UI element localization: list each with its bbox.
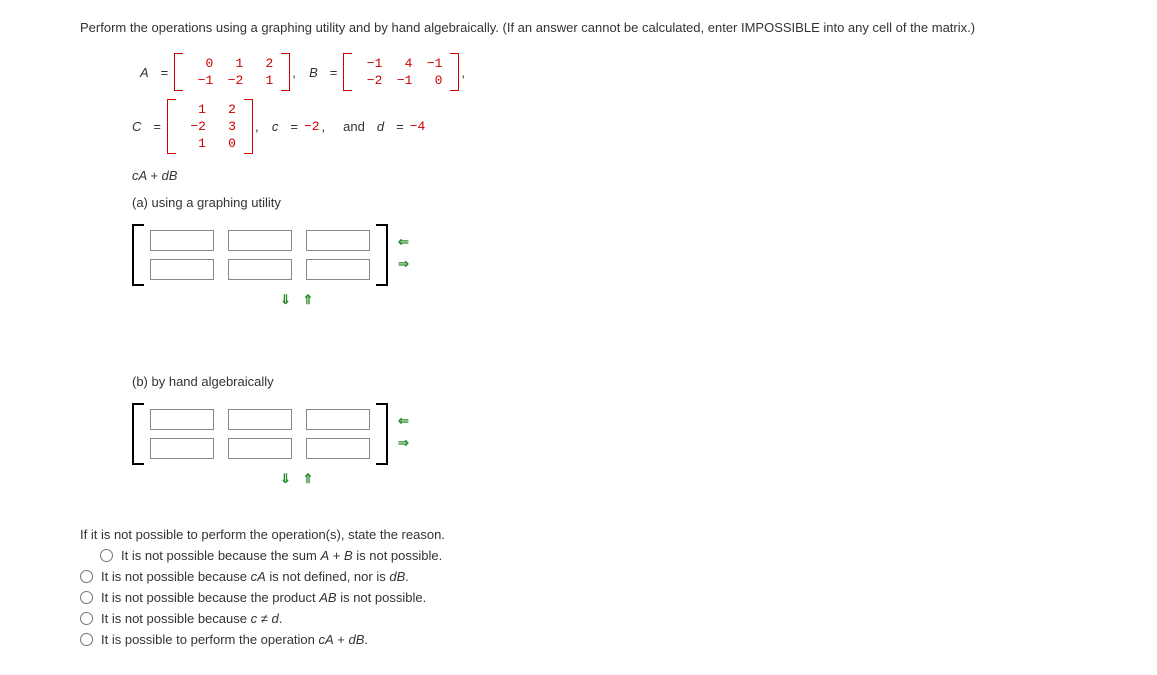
option-1-label: It is not possible because cA is not def… [101, 569, 409, 584]
reason-prompt: If it is not possible to perform the ope… [80, 527, 1077, 542]
matrix-A: 0 1 2 −1 −2 1 [174, 53, 290, 91]
eq1: = [161, 65, 169, 80]
answer-grid-b [132, 403, 388, 465]
A-0-1: 1 [217, 55, 247, 72]
B-0-2: −1 [416, 55, 446, 72]
B-0-1: 4 [386, 55, 416, 72]
radio-2[interactable] [80, 591, 93, 604]
C-1-0: −2 [180, 118, 210, 135]
b-cell-1-0[interactable] [150, 438, 214, 459]
radio-4[interactable] [80, 633, 93, 646]
C-0-0: 1 [180, 101, 210, 118]
B-1-1: −1 [386, 72, 416, 89]
A-0-0: 0 [187, 55, 217, 72]
b-cell-0-1[interactable] [228, 409, 292, 430]
b-cell-1-2[interactable] [306, 438, 370, 459]
option-4[interactable]: It is possible to perform the operation … [80, 632, 1077, 647]
comma3: , [255, 119, 259, 134]
shrink-cols-icon-b: ⇐ [398, 413, 409, 429]
option-3-label: It is not possible because c ≠ d. [101, 611, 282, 626]
radio-1[interactable] [80, 570, 93, 583]
matrix-C: 1 2 −2 3 1 0 [167, 99, 253, 154]
matrix-row-AB: A = 0 1 2 −1 −2 1 , B = −1 4 −1 [140, 53, 1077, 91]
B-0-0: −1 [356, 55, 386, 72]
label-B: B [309, 65, 318, 80]
row-resize-b[interactable]: ⇓ ⇑ [280, 471, 1077, 487]
A-0-2: 2 [247, 55, 277, 72]
A-1-2: 1 [247, 72, 277, 89]
eq5: = [396, 119, 404, 134]
C-2-0: 1 [180, 135, 210, 152]
option-3[interactable]: It is not possible because c ≠ d. [80, 611, 1077, 626]
col-resize-b[interactable]: ⇐ ⇒ [398, 413, 409, 451]
option-0-label: It is not possible because the sum A + B… [121, 548, 442, 563]
a-cell-1-2[interactable] [306, 259, 370, 280]
matrix-row-C: C = 1 2 −2 3 1 0 , c = −2 , and d = −4 [132, 99, 1077, 154]
label-c-scalar: c [272, 119, 279, 134]
eq4: = [290, 119, 298, 134]
B-1-0: −2 [356, 72, 386, 89]
C-1-1: 3 [210, 118, 240, 135]
C-2-1: 0 [210, 135, 240, 152]
a-cell-0-2[interactable] [306, 230, 370, 251]
option-4-label: It is possible to perform the operation … [101, 632, 368, 647]
radio-0[interactable] [100, 549, 113, 562]
scalar-d-value: −4 [410, 119, 426, 134]
a-cell-0-0[interactable] [150, 230, 214, 251]
radio-3[interactable] [80, 612, 93, 625]
label-A: A [140, 65, 149, 80]
instruction-text: Perform the operations using a graphing … [80, 20, 1077, 35]
B-1-2: 0 [416, 72, 446, 89]
option-0[interactable]: It is not possible because the sum A + B… [100, 548, 1077, 563]
and-text: and [343, 119, 365, 134]
part-a-label: (a) using a graphing utility [132, 195, 1077, 210]
col-resize-a[interactable]: ⇐ ⇒ [398, 234, 409, 272]
b-cell-0-0[interactable] [150, 409, 214, 430]
label-C: C [132, 119, 141, 134]
a-cell-1-0[interactable] [150, 259, 214, 280]
option-2[interactable]: It is not possible because the product A… [80, 590, 1077, 605]
comma4: , [322, 119, 326, 134]
C-0-1: 2 [210, 101, 240, 118]
comma2: , [461, 65, 465, 80]
eq3: = [153, 119, 161, 134]
matrix-B: −1 4 −1 −2 −1 0 [343, 53, 459, 91]
b-cell-0-2[interactable] [306, 409, 370, 430]
grow-cols-icon: ⇒ [398, 256, 409, 272]
label-d-scalar: d [377, 119, 384, 134]
part-b-label: (b) by hand algebraically [132, 374, 1077, 389]
comma1: , [292, 65, 296, 80]
A-1-1: −2 [217, 72, 247, 89]
eq2: = [330, 65, 338, 80]
answer-grid-a [132, 224, 388, 286]
A-1-0: −1 [187, 72, 217, 89]
a-cell-1-1[interactable] [228, 259, 292, 280]
option-1[interactable]: It is not possible because cA is not def… [80, 569, 1077, 584]
scalar-c-value: −2 [304, 119, 320, 134]
expression-text: cA + dB [132, 168, 1077, 183]
b-cell-1-1[interactable] [228, 438, 292, 459]
row-resize-a[interactable]: ⇓ ⇑ [280, 292, 1077, 308]
a-cell-0-1[interactable] [228, 230, 292, 251]
grow-cols-icon-b: ⇒ [398, 435, 409, 451]
option-2-label: It is not possible because the product A… [101, 590, 426, 605]
shrink-cols-icon: ⇐ [398, 234, 409, 250]
